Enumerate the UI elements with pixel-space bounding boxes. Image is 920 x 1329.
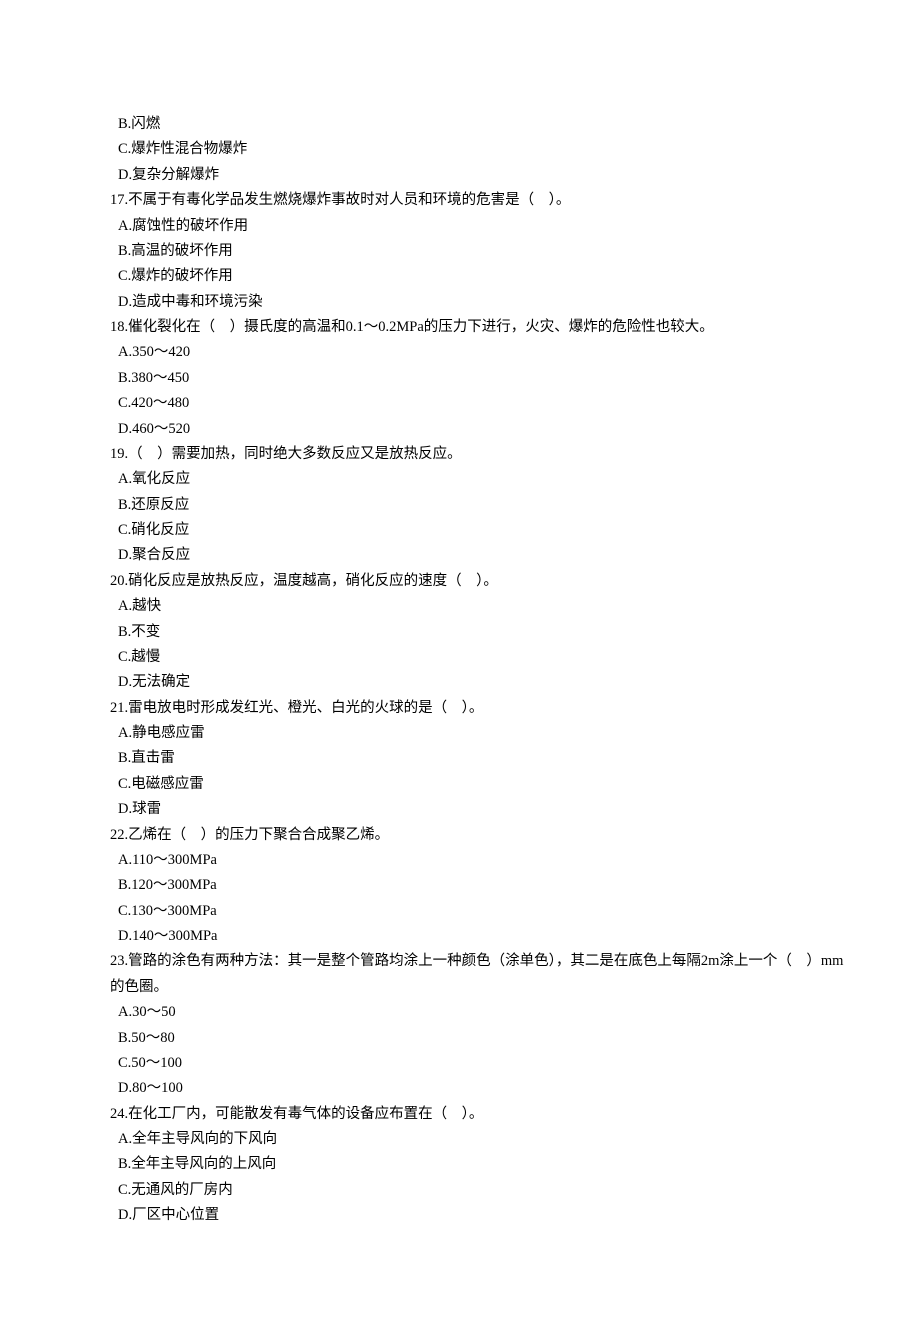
- answer-option: D.复杂分解爆炸: [110, 163, 850, 188]
- answer-option: D.80～100: [110, 1076, 850, 1101]
- question-text: 23.管路的涂色有两种方法：其一是整个管路均涂上一种颜色（涂单色），其二是在底色…: [110, 949, 850, 1000]
- answer-option: A.110～300MPa: [110, 848, 850, 873]
- answer-option: A.越快: [110, 594, 850, 619]
- answer-option: B.闪燃: [110, 112, 850, 137]
- answer-option: C.爆炸的破坏作用: [110, 264, 850, 289]
- answer-option: A.氧化反应: [110, 467, 850, 492]
- answer-option: A.350～420: [110, 340, 850, 365]
- answer-option: D.厂区中心位置: [110, 1203, 850, 1228]
- answer-option: A.30～50: [110, 1000, 850, 1025]
- answer-option: B.直击雷: [110, 746, 850, 771]
- question-text: 20.硝化反应是放热反应，温度越高，硝化反应的速度（ ）。: [110, 569, 850, 594]
- answer-option: C.电磁感应雷: [110, 772, 850, 797]
- answer-option: C.50～100: [110, 1051, 850, 1076]
- answer-option: C.爆炸性混合物爆炸: [110, 137, 850, 162]
- answer-option: B.50～80: [110, 1026, 850, 1051]
- answer-option: D.140～300MPa: [110, 924, 850, 949]
- document-body: B.闪燃 C.爆炸性混合物爆炸 D.复杂分解爆炸 17.不属于有毒化学品发生燃烧…: [110, 112, 850, 1229]
- answer-option: C.硝化反应: [110, 518, 850, 543]
- answer-option: A.全年主导风向的下风向: [110, 1127, 850, 1152]
- answer-option: C.越慢: [110, 645, 850, 670]
- answer-option: A.腐蚀性的破坏作用: [110, 214, 850, 239]
- question-text: 19.（ ）需要加热，同时绝大多数反应又是放热反应。: [110, 442, 850, 467]
- answer-option: C.420～480: [110, 391, 850, 416]
- answer-option: B.380～450: [110, 366, 850, 391]
- question-text: 21.雷电放电时形成发红光、橙光、白光的火球的是（ ）。: [110, 696, 850, 721]
- answer-option: B.120～300MPa: [110, 873, 850, 898]
- answer-option: C.130～300MPa: [110, 899, 850, 924]
- answer-option: D.球雷: [110, 797, 850, 822]
- answer-option: D.造成中毒和环境污染: [110, 290, 850, 315]
- question-text: 24.在化工厂内，可能散发有毒气体的设备应布置在（ ）。: [110, 1102, 850, 1127]
- answer-option: A.静电感应雷: [110, 721, 850, 746]
- answer-option: B.高温的破坏作用: [110, 239, 850, 264]
- answer-option: D.460～520: [110, 417, 850, 442]
- answer-option: B.不变: [110, 620, 850, 645]
- answer-option: C.无通风的厂房内: [110, 1178, 850, 1203]
- question-text: 18.催化裂化在（ ）摄氏度的高温和0.1～0.2MPa的压力下进行，火灾、爆炸…: [110, 315, 850, 340]
- answer-option: D.聚合反应: [110, 543, 850, 568]
- answer-option: B.全年主导风向的上风向: [110, 1152, 850, 1177]
- question-text: 17.不属于有毒化学品发生燃烧爆炸事故时对人员和环境的危害是（ ）。: [110, 188, 850, 213]
- answer-option: B.还原反应: [110, 493, 850, 518]
- question-text: 22.乙烯在（ ）的压力下聚合合成聚乙烯。: [110, 823, 850, 848]
- answer-option: D.无法确定: [110, 670, 850, 695]
